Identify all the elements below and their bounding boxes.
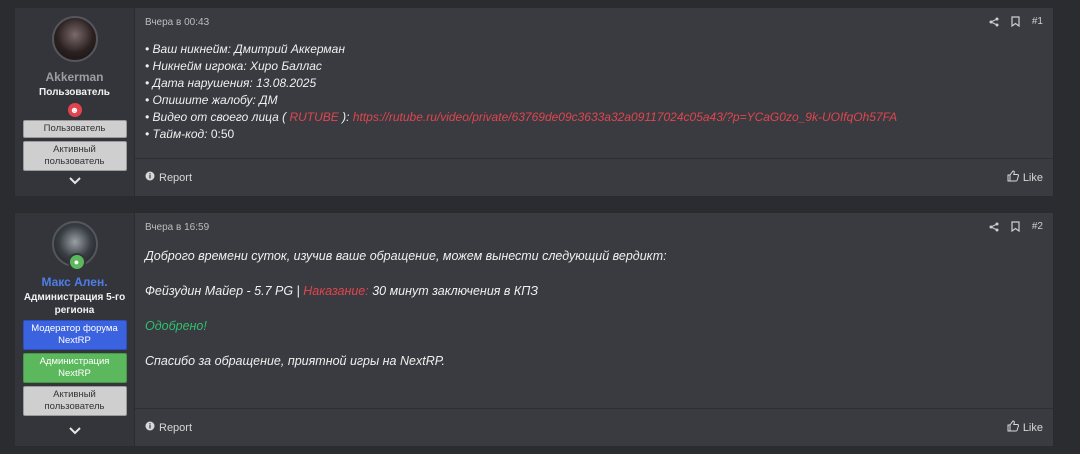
verdict-text: Фейзудин Майер - 5.7 PG | Наказание: 30 … <box>145 284 539 298</box>
intro-text: Доброго времени суток, изучив ваше обращ… <box>145 249 667 263</box>
chevron-down-icon[interactable] <box>67 422 83 438</box>
avatar[interactable] <box>51 16 98 62</box>
post-date[interactable]: Вчера в 16:59 <box>145 222 209 233</box>
user-banner: Модератор форума NextRP <box>22 320 127 350</box>
post-1: Akkerman Пользователь ☻ Пользователь Акт… <box>14 7 1054 197</box>
username[interactable]: Akkerman <box>45 70 103 84</box>
video-link[interactable]: https://rutube.ru/video/private/63769de0… <box>349 110 897 124</box>
post-number[interactable]: #1 <box>1032 16 1043 27</box>
post-body: Доброго времени суток, изучив ваше обращ… <box>145 247 667 387</box>
user-banner: Пользователь <box>22 120 127 138</box>
body-line: • Никнейм игрока: Хиро Баллас <box>145 59 322 73</box>
body-line: • Опишите жалобу: ДМ <box>145 93 278 107</box>
user-title: Администрация 5-го региона <box>23 292 126 316</box>
post-number[interactable]: #2 <box>1032 221 1043 232</box>
online-status-icon: ● <box>67 253 86 271</box>
thumbs-up-icon <box>1007 170 1019 185</box>
user-info: Akkerman Пользователь ☻ Пользователь Акт… <box>15 8 135 196</box>
post-actions: #2 <box>989 221 1043 232</box>
post-date[interactable]: Вчера в 00:43 <box>145 17 209 28</box>
body-line: • Дата нарушения: 13.08.2025 <box>145 76 317 90</box>
info-icon <box>145 421 155 434</box>
avatar[interactable]: ● <box>51 221 98 271</box>
thumbs-up-icon <box>1007 420 1019 435</box>
post-2: ● Макс Ален. Администрация 5-го региона … <box>14 212 1054 447</box>
username[interactable]: Макс Ален. <box>41 275 107 289</box>
share-icon[interactable] <box>989 17 999 27</box>
report-button[interactable]: Report <box>145 171 192 184</box>
post-main: Вчера в 16:59 #2 Доброго времени суток, … <box>135 213 1053 446</box>
user-banner: Активный пользователь <box>22 141 127 171</box>
share-icon[interactable] <box>989 222 999 232</box>
badge-icon: ☻ <box>67 103 82 117</box>
like-button[interactable]: Like <box>1007 420 1043 435</box>
post-body: • Ваш никнейм: Дмитрий Аккерман • Никней… <box>145 41 897 143</box>
post-footer: Report Like <box>135 408 1053 446</box>
info-icon <box>145 171 155 184</box>
user-title: Пользователь <box>39 87 110 98</box>
user-banner: Администрация NextRP <box>22 353 127 383</box>
body-line: • Видео от своего лица ( RUTUBE ): https… <box>145 110 898 124</box>
like-button[interactable]: Like <box>1007 170 1043 185</box>
body-line: • Ваш никнейм: Дмитрий Аккерман <box>145 42 345 56</box>
post-footer: Report Like <box>135 158 1053 196</box>
user-banner: Активный пользователь <box>22 386 127 416</box>
bookmark-icon[interactable] <box>1011 16 1020 27</box>
status-text: Одобрено! <box>145 319 207 333</box>
report-button[interactable]: Report <box>145 421 192 434</box>
rutube-label: RUTUBE <box>286 110 343 124</box>
bookmark-icon[interactable] <box>1011 221 1020 232</box>
post-actions: #1 <box>989 16 1043 27</box>
closing-text: Спасибо за обращение, приятной игры на N… <box>145 354 445 368</box>
user-info: ● Макс Ален. Администрация 5-го региона … <box>15 213 135 446</box>
post-main: Вчера в 00:43 #1 • Ваш никнейм: Дмитрий … <box>135 8 1053 196</box>
body-line: • Тайм-код: 0:50 <box>145 127 235 141</box>
chevron-down-icon[interactable] <box>67 172 83 188</box>
